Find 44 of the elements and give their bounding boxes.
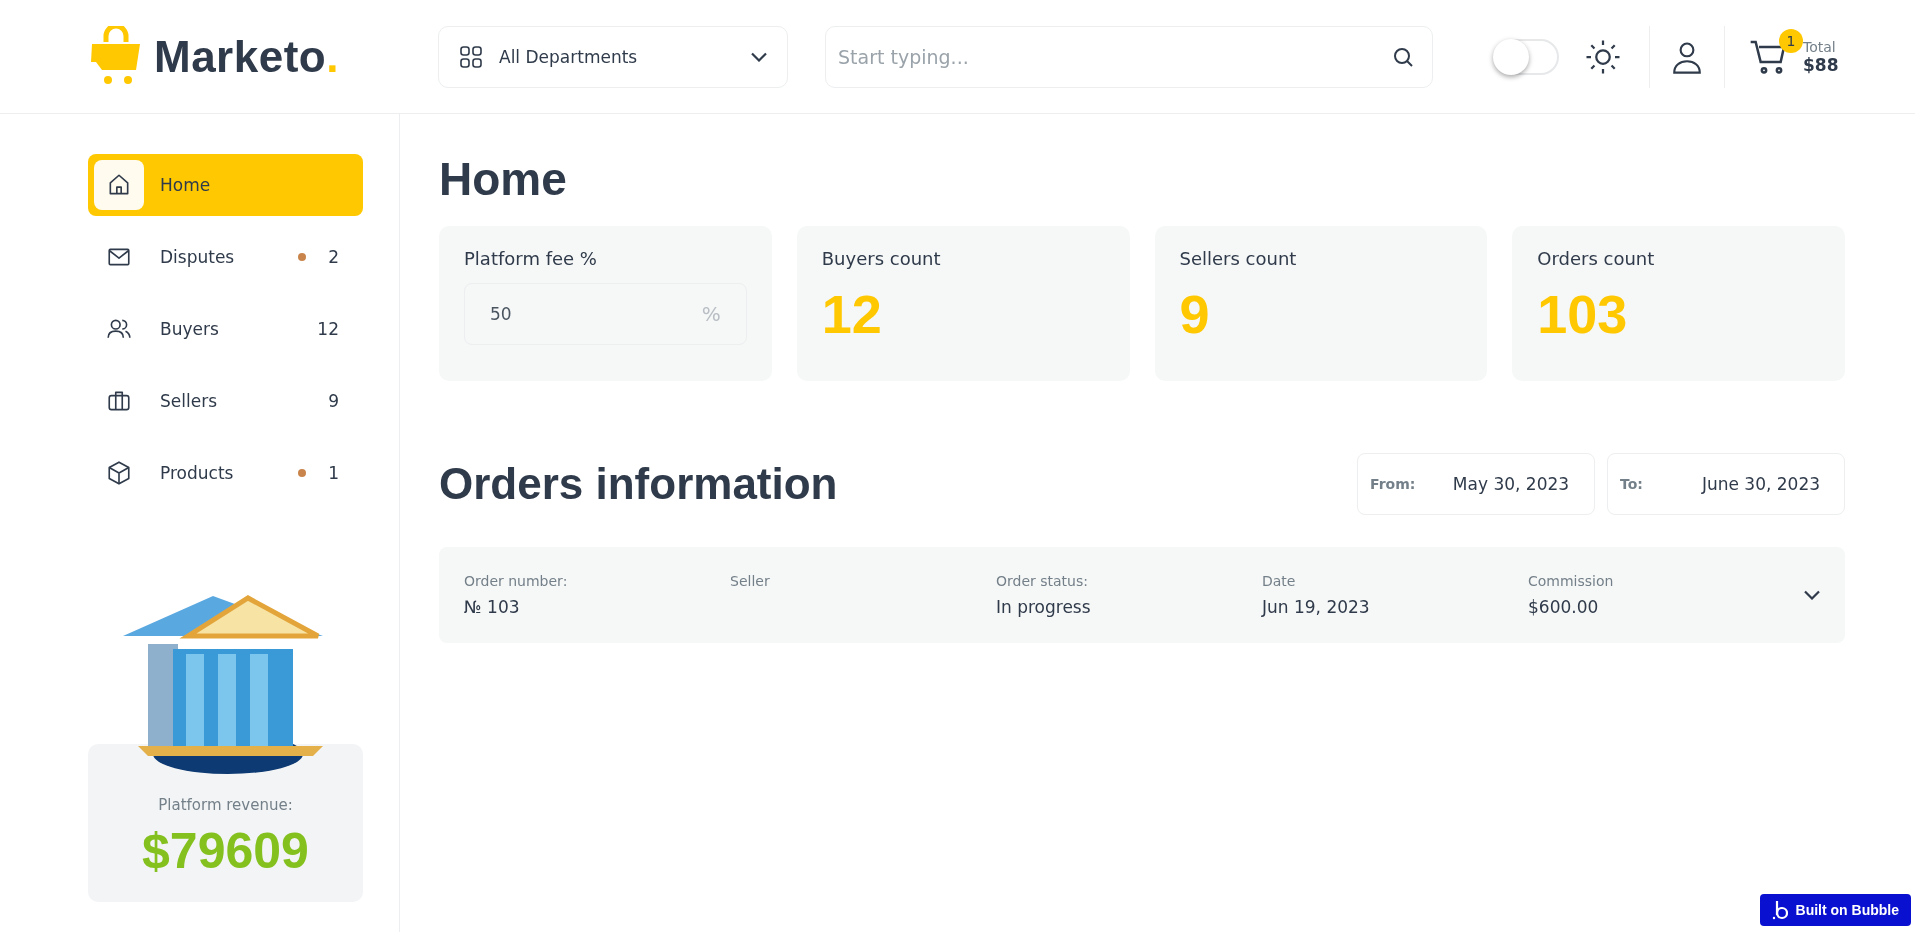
theme-toggle[interactable] xyxy=(1495,38,1559,75)
expand-button[interactable] xyxy=(1804,590,1820,600)
section-title: Orders information xyxy=(439,459,839,509)
revenue-label: Platform revenue: xyxy=(158,796,293,814)
cart-count-badge: 1 xyxy=(1779,28,1803,53)
box-icon xyxy=(106,460,132,486)
date-field[interactable]: From: May 30, 2023 xyxy=(1357,453,1595,515)
sun-icon[interactable] xyxy=(1585,38,1621,75)
stat-value: 9 xyxy=(1179,283,1211,345)
field-value: Jun 19, 2023 xyxy=(1262,597,1371,617)
stat-value: 12 xyxy=(821,283,883,345)
sidebar-item[interactable]: Products 1 xyxy=(88,442,363,504)
sidebar-item[interactable]: Home xyxy=(88,154,363,216)
page-title: Home xyxy=(439,152,568,206)
date-field[interactable]: To: June 30, 2023 xyxy=(1607,453,1845,515)
field-value: In progress xyxy=(996,597,1092,617)
logo-text[interactable]: Marketo. xyxy=(154,31,339,82)
sidebar-item[interactable]: Buyers 12 xyxy=(88,298,363,360)
stat-label: Platform fee % xyxy=(464,248,598,269)
bubble-logo-icon xyxy=(1771,900,1788,920)
field-label: Date xyxy=(1262,573,1297,589)
field-value: $600.00 xyxy=(1528,597,1600,617)
departments-dropdown[interactable]: All Departments xyxy=(438,25,788,88)
sidebar-item[interactable]: Sellers 9 xyxy=(88,370,363,432)
chevron-down-icon xyxy=(751,51,767,62)
stat-label: Orders count xyxy=(1537,248,1656,269)
chevron-icon xyxy=(1804,590,1820,600)
stat-value: 103 xyxy=(1537,283,1629,345)
stat-label: Buyers count xyxy=(821,248,942,269)
fee-input-field[interactable]: 50 % xyxy=(464,283,747,345)
stat-label: Sellers count xyxy=(1179,248,1298,269)
field-label: Order status: xyxy=(996,573,1089,589)
revenue-value: $79609 xyxy=(142,822,309,880)
field-label: Order number: xyxy=(464,573,569,589)
field-value: № 103 xyxy=(464,597,521,617)
grid-icon xyxy=(459,44,483,69)
field-label: Seller xyxy=(730,573,771,589)
search-field[interactable]: Start typing... xyxy=(825,25,1433,88)
built-on-bubble-badge[interactable]: Built on Bubble xyxy=(1759,894,1911,926)
field-label: Commission xyxy=(1528,573,1615,589)
sidebar-item[interactable]: Disputes 2 xyxy=(88,226,363,288)
total-label: Total xyxy=(1803,38,1837,55)
order-row[interactable]: Order number: № 103 Seller Order status: In progress Date Jun 19, 2023 Commission $600.00 xyxy=(439,547,1845,643)
total-amount: $88 xyxy=(1803,54,1839,75)
